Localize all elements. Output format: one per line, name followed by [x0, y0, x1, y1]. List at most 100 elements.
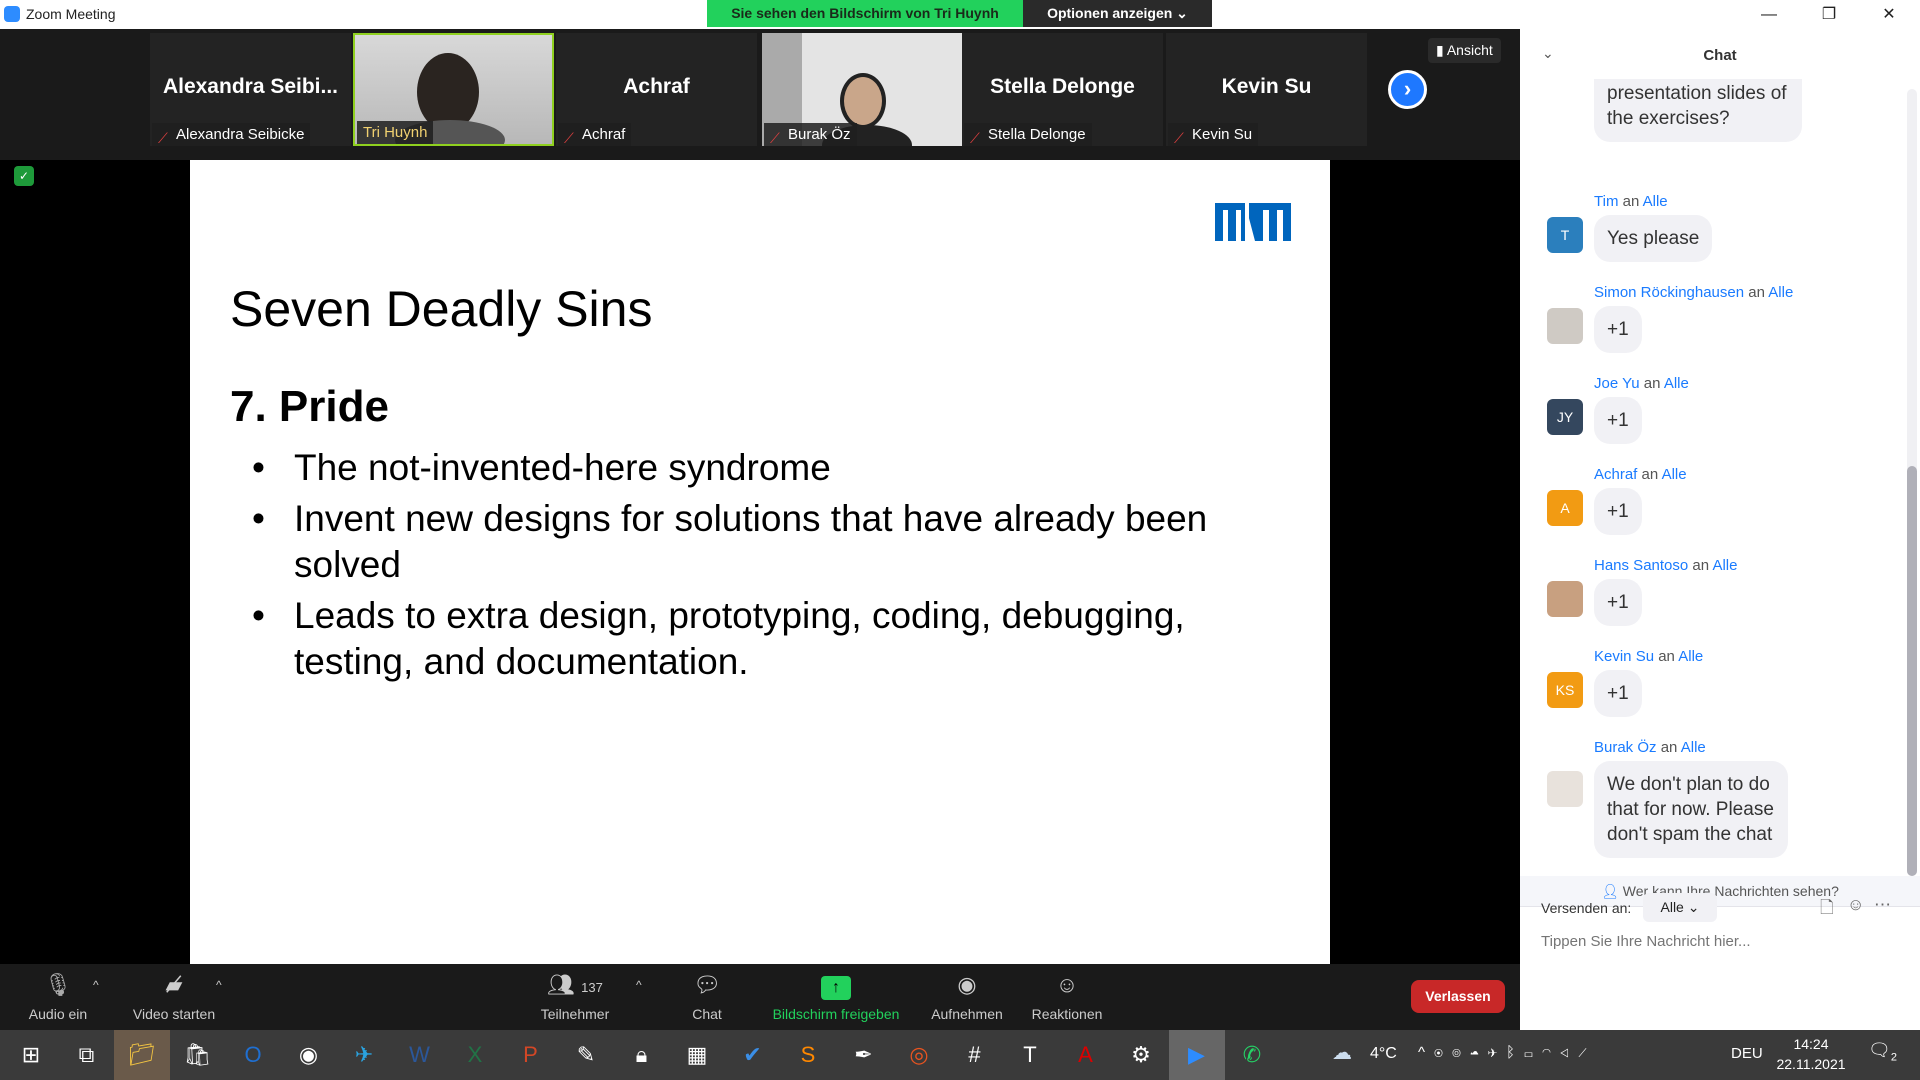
keepass-icon[interactable]: 🔒︎ [614, 1030, 670, 1080]
chrome-profile-icon[interactable]: ◉ [281, 1030, 337, 1080]
message-sender[interactable]: Hans Santoso an Alle [1594, 557, 1737, 574]
participant-tile[interactable]: Kevin Su ⟋ Kevin Su [1166, 33, 1367, 146]
weather-temp[interactable]: 4°C [1370, 1045, 1397, 1063]
more-options-icon[interactable]: ⋯ [1874, 895, 1891, 915]
video-options-caret[interactable]: ^ [216, 978, 222, 992]
slide-title: Seven Deadly Sins [230, 281, 653, 337]
notification-center-icon[interactable]: 🗨︎2 [1868, 1040, 1897, 1064]
reactions-button[interactable]: ☺︎ Reaktionen [1022, 970, 1112, 1022]
avatar[interactable]: A [1547, 490, 1583, 526]
record-button[interactable]: ◉ Aufnehmen [922, 970, 1012, 1022]
avatar[interactable] [1547, 771, 1583, 807]
message-bubble: +1 [1594, 579, 1642, 626]
message-bubble: presentation slides of the exercises? [1594, 79, 1802, 142]
inkscape-icon[interactable]: ✒ [836, 1030, 892, 1080]
video-off-icon: ▰̸ [165, 972, 183, 997]
participant-tile[interactable]: Achraf ⟋ Achraf [556, 33, 757, 146]
muted-mic-icon: ⟋ [158, 130, 168, 146]
audio-options-caret[interactable]: ^ [93, 978, 99, 992]
avatar[interactable]: JY [1547, 399, 1583, 435]
participants-button[interactable]: 👥︎ 137 Teilnehmer [530, 970, 620, 1022]
send-to-label: Versenden an: [1541, 900, 1632, 916]
view-button[interactable]: ▮ Ansicht [1428, 38, 1501, 63]
zoom-icon[interactable]: ▶ [1168, 1030, 1225, 1080]
participant-name: ⟋ Stella Delonge [964, 123, 1092, 146]
message-sender[interactable]: Burak Öz an Alle [1594, 739, 1706, 756]
video-button[interactable]: ▰̸ Video starten [125, 970, 223, 1022]
bullet-item: Leads to extra design, prototyping, codi… [252, 593, 1272, 685]
word-icon[interactable]: W [392, 1030, 448, 1080]
minimize-button[interactable]: — [1740, 0, 1798, 29]
weather-icon[interactable]: ☁ [1332, 1040, 1352, 1065]
settings-icon[interactable]: ⚙ [1113, 1030, 1169, 1080]
texstudio-icon[interactable]: T [1002, 1030, 1058, 1080]
windows-start-icon[interactable]: ⊞ [3, 1030, 59, 1080]
recipient-dropdown[interactable]: Alle ⌄ [1643, 893, 1717, 922]
meeting-toolbar [0, 964, 1520, 1030]
view-options-button[interactable]: Optionen anzeigen ⌄ [1023, 0, 1212, 27]
message-sender[interactable]: Joe Yu an Alle [1594, 375, 1689, 392]
message-sender[interactable]: Achraf an Alle [1594, 466, 1687, 483]
task-view-icon[interactable]: ⧉ [59, 1030, 115, 1080]
participant-name: ⟋ Achraf [558, 123, 632, 146]
message-sender[interactable]: Simon Röckinghausen an Alle [1594, 284, 1793, 301]
microsoft-store-icon[interactable]: 🛍︎ [170, 1030, 226, 1080]
shared-slide: Seven Deadly Sins 7. Pride The not-inven… [190, 160, 1330, 964]
participant-display-name: Stella Delonge [990, 75, 1135, 98]
vscode-like-icon[interactable]: ✔ [725, 1030, 781, 1080]
record-icon: ◉ [957, 972, 977, 997]
next-page-button[interactable]: › [1388, 70, 1427, 109]
participant-tile[interactable]: Alexandra Seibi... ⟋ Alexandra Seibicke [150, 33, 351, 146]
paint-icon[interactable]: ✎ [558, 1030, 614, 1080]
participant-display-name: Achraf [623, 75, 690, 98]
file-explorer-icon[interactable]: 📁︎ [114, 1030, 170, 1080]
chat-bubble-icon: 💬︎ [693, 972, 721, 997]
chevron-down-icon: ⌄ [1687, 899, 1700, 915]
clock[interactable]: 14:24 22.11.2021 [1775, 1034, 1847, 1074]
close-button[interactable]: ✕ [1860, 0, 1918, 29]
message-bubble: +1 [1594, 488, 1642, 535]
chat-scrollbar-thumb[interactable] [1907, 466, 1917, 876]
share-arrow-icon: ↑ [821, 976, 851, 1000]
sublime-text-icon[interactable]: S [780, 1030, 836, 1080]
avatar[interactable] [1547, 308, 1583, 344]
outlook-icon[interactable]: O [225, 1030, 281, 1080]
avatar[interactable]: T [1547, 217, 1583, 253]
participant-tile[interactable]: Stella Delonge ⟋ Stella Delonge [962, 33, 1163, 146]
chat-message-input[interactable] [1541, 933, 1901, 950]
bullet-item: The not-invented-here syndrome [252, 445, 1272, 491]
avatar[interactable] [1547, 581, 1583, 617]
message-sender[interactable]: Tim an Alle [1594, 193, 1668, 210]
encryption-shield-icon[interactable]: ✓ [14, 166, 34, 186]
powerpoint-icon[interactable]: P [503, 1030, 559, 1080]
share-screen-button[interactable]: ↑ Bildschirm freigeben [762, 970, 910, 1022]
excel-icon[interactable]: X [447, 1030, 503, 1080]
audio-button[interactable]: 🎙︎ Audio ein [22, 970, 94, 1022]
chat-button[interactable]: 💬︎ Chat [677, 970, 737, 1022]
participants-options-caret[interactable]: ^ [636, 978, 642, 992]
input-language[interactable]: DEU [1731, 1045, 1763, 1062]
telegram-icon[interactable]: ✈ [336, 1030, 392, 1080]
avatar[interactable]: KS [1547, 672, 1583, 708]
participant-display-name: Kevin Su [1221, 75, 1312, 98]
muted-mic-icon: ⟋ [770, 130, 780, 146]
acrobat-icon[interactable]: A [1058, 1030, 1114, 1080]
file-icon[interactable]: 🗋 [1820, 895, 1834, 924]
grid-icon: ▮ [1436, 42, 1447, 58]
ubuntu-icon[interactable]: ◎ [891, 1030, 947, 1080]
emoji-plus-icon: ☺︎ [1055, 972, 1079, 997]
participant-name: ⟋ Alexandra Seibicke [152, 123, 311, 146]
slack-icon[interactable]: # [947, 1030, 1003, 1080]
system-tray-icons[interactable]: ^◉◎☁✈ᛒ▭◠◁⟋ [1418, 1044, 1596, 1061]
whatsapp-icon[interactable]: ✆ [1224, 1030, 1280, 1080]
emoji-icon[interactable]: ☺ [1847, 895, 1864, 915]
message-bubble: +1 [1594, 306, 1642, 353]
participant-count: 137 [581, 980, 603, 995]
calculator-icon[interactable]: ▦ [669, 1030, 725, 1080]
muted-microphone-icon: 🎙︎ [44, 972, 72, 997]
leave-meeting-button[interactable]: Verlassen [1411, 980, 1505, 1013]
message-sender[interactable]: Kevin Su an Alle [1594, 648, 1703, 665]
restore-button[interactable]: ❐ [1800, 0, 1858, 29]
participant-tile-active-speaker[interactable]: Tri Huynh [353, 33, 554, 146]
participant-tile[interactable]: ⟋ Burak Öz [762, 33, 963, 146]
